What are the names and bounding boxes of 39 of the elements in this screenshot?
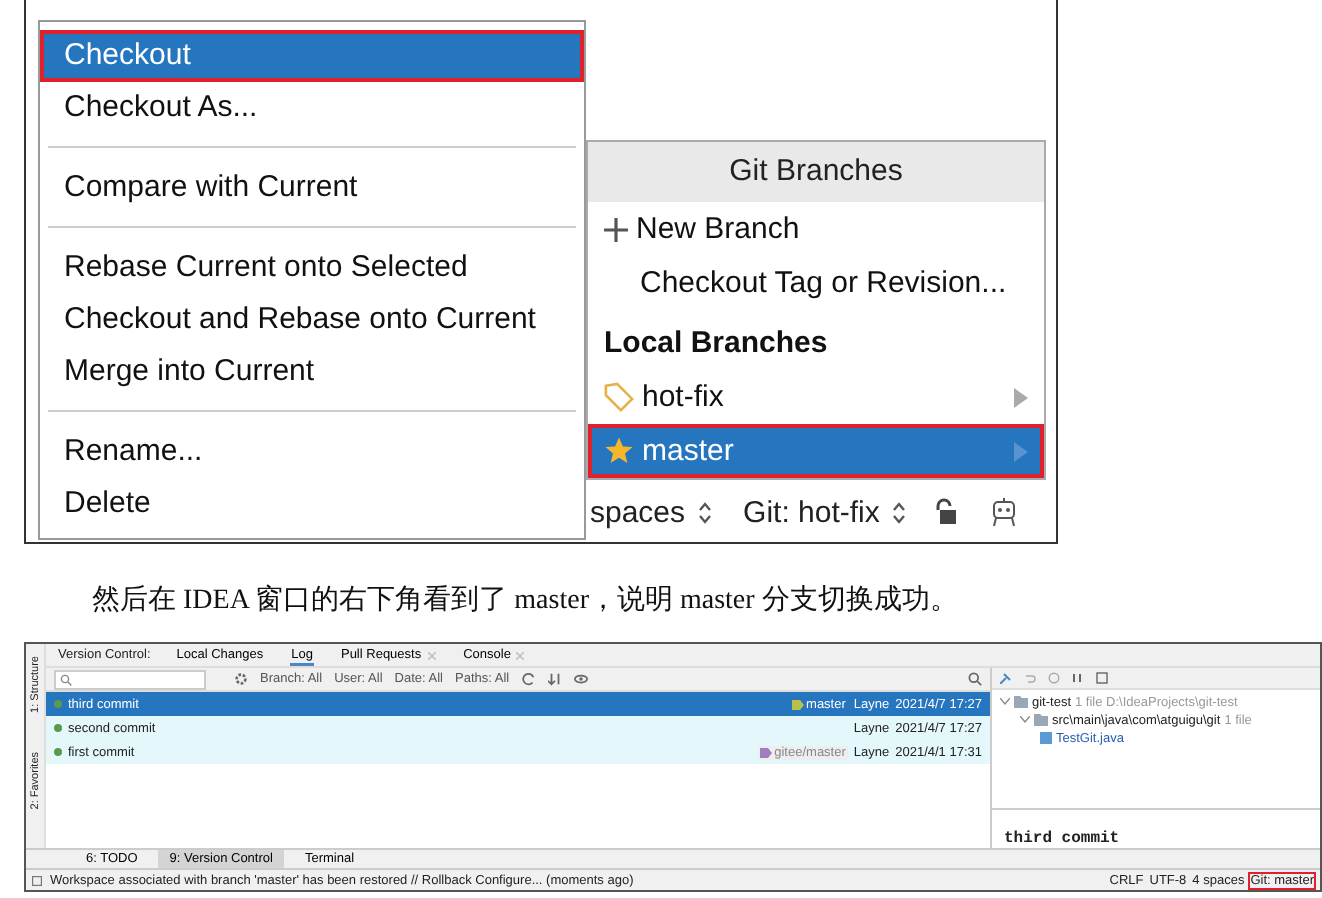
history-icon[interactable] <box>1048 671 1060 684</box>
lock-icon[interactable] <box>933 498 958 526</box>
branch-item[interactable]: master <box>588 424 1044 478</box>
sort-icon[interactable] <box>547 672 562 686</box>
robot-icon[interactable] <box>989 496 1018 528</box>
eye-icon[interactable] <box>573 672 588 686</box>
menu-item[interactable]: Checkout Tag or Revision... <box>588 256 1044 310</box>
graph-node-icon <box>54 748 62 756</box>
submenu-arrow-icon <box>1014 387 1028 407</box>
graph-node-icon <box>54 700 62 708</box>
sort-arrows-icon <box>891 501 906 523</box>
submenu-arrow-icon <box>1014 441 1028 461</box>
menu-item[interactable]: Checkout <box>40 30 584 82</box>
search-field[interactable] <box>54 669 206 689</box>
branch-widget[interactable]: Git: hot-fix <box>743 495 880 529</box>
graph-node-icon <box>54 724 62 732</box>
menu-item[interactable]: Rebase Current onto Selected <box>40 242 584 294</box>
branch-item[interactable]: hot-fix <box>588 370 1044 424</box>
section-header: Local Branches <box>602 324 830 364</box>
menu-item[interactable]: Merge into Current <box>40 346 584 398</box>
menu-item[interactable]: Delete <box>40 478 584 530</box>
popup-title: Git Branches <box>588 142 1044 202</box>
caption-text: 然后在 IDEA 窗口的右下角看到了 master，说明 master 分支切换成功。 <box>90 582 960 620</box>
commit-message: third commit <box>992 808 1320 848</box>
settings-icon[interactable] <box>234 672 248 686</box>
menu-item[interactable]: Checkout As... <box>40 82 584 134</box>
search-icon[interactable] <box>968 672 982 686</box>
menu-item[interactable]: Rename... <box>40 426 584 478</box>
indent-setting[interactable]: spaces <box>590 495 686 529</box>
menu-item[interactable]: Compare with Current <box>40 162 584 214</box>
preview-icon[interactable] <box>1096 671 1108 684</box>
menu-item[interactable]: Checkout and Rebase onto Current <box>40 294 584 346</box>
java-file-icon <box>1040 732 1052 745</box>
sort-arrows-icon <box>697 501 712 523</box>
search-icon <box>60 673 72 685</box>
new-branch-item[interactable]: New Branch <box>588 202 1044 256</box>
status-icon <box>32 875 42 885</box>
plus-icon <box>604 217 628 241</box>
refresh-icon[interactable] <box>521 672 536 686</box>
